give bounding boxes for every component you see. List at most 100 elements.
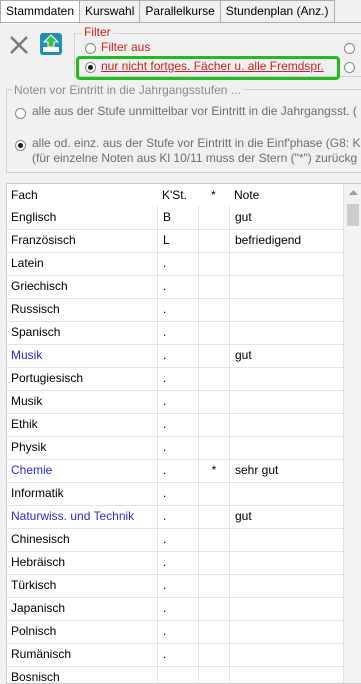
header-star[interactable]: * [198,184,229,206]
kst-cell[interactable]: . [157,413,198,436]
star-cell[interactable] [198,597,229,620]
table-row[interactable]: Musik. [7,390,343,414]
filter-off-label[interactable]: Filter aus [101,40,150,54]
upload-icon[interactable] [39,32,63,56]
table-row[interactable]: Naturwiss. und Technik. gut [7,505,343,529]
vertical-scrollbar[interactable] [343,184,361,683]
table-row[interactable]: Hebräisch. [7,551,343,575]
note-cell[interactable] [229,321,343,344]
kst-cell[interactable]: . [157,620,198,643]
table-row[interactable]: Englisch Bgut [7,206,343,230]
note-cell[interactable] [229,482,343,505]
kst-cell[interactable]: . [157,528,198,551]
tab-stammdaten[interactable]: Stammdaten [0,0,81,24]
note-cell[interactable]: sehr gut [229,459,343,482]
table-row[interactable]: Französisch Lbefriedigend [7,229,343,253]
star-cell[interactable] [198,643,229,666]
note-cell[interactable]: gut [229,505,343,528]
note-cell[interactable] [229,620,343,643]
kst-cell[interactable]: . [157,436,198,459]
filter-off-radio[interactable] [85,43,96,54]
kst-cell[interactable] [157,666,198,683]
table-row[interactable]: Japanisch. [7,597,343,621]
star-cell[interactable] [198,252,229,275]
kst-cell[interactable]: . [157,574,198,597]
star-cell[interactable] [198,321,229,344]
kst-cell[interactable]: . [157,298,198,321]
star-cell[interactable] [198,206,229,229]
kst-cell[interactable]: . [157,643,198,666]
noten-option1-radio[interactable] [15,108,26,119]
table-row[interactable]: Griechisch. [7,275,343,299]
kst-cell[interactable]: . [157,252,198,275]
table-row[interactable]: Spanisch. [7,321,343,345]
table-row[interactable]: Polnisch. [7,620,343,644]
kst-cell[interactable]: . [157,551,198,574]
note-cell[interactable] [229,551,343,574]
table-row[interactable]: Physik. [7,436,343,460]
tab-parallelkurse[interactable]: Parallelkurse [139,0,221,22]
note-cell[interactable] [229,528,343,551]
kst-cell[interactable]: . [157,367,198,390]
note-cell[interactable] [229,413,343,436]
kst-cell[interactable]: . [157,482,198,505]
header-note[interactable]: Note [229,184,343,206]
note-cell[interactable] [229,436,343,459]
noten-option1-label[interactable]: alle aus der Stufe unmittelbar vor Eintr… [32,104,357,118]
star-cell[interactable] [198,620,229,643]
noten-option2-radio[interactable] [15,140,26,151]
star-cell[interactable] [198,367,229,390]
kst-cell[interactable]: . [157,459,198,482]
scroll-up-icon[interactable] [344,184,361,202]
close-icon[interactable] [8,34,30,56]
kst-cell[interactable]: B [157,206,198,229]
star-cell[interactable] [198,505,229,528]
note-cell[interactable] [229,298,343,321]
star-cell[interactable] [198,482,229,505]
filter-radio-right-1[interactable] [344,43,355,54]
table-row[interactable]: Rumänisch. [7,643,343,667]
star-cell[interactable] [198,551,229,574]
kst-cell[interactable]: . [157,344,198,367]
note-cell[interactable] [229,390,343,413]
table-row[interactable]: Musik. gut [7,344,343,368]
note-cell[interactable] [229,643,343,666]
note-cell[interactable] [229,666,343,683]
kst-cell[interactable]: . [157,390,198,413]
tab-kurswahl[interactable]: Kurswahl [79,0,141,22]
table-row[interactable]: Ethik. [7,413,343,437]
star-cell[interactable]: * [198,459,229,482]
table-row[interactable]: Chinesisch. [7,528,343,552]
note-cell[interactable] [229,275,343,298]
star-cell[interactable] [198,229,229,252]
note-cell[interactable] [229,367,343,390]
star-cell[interactable] [198,275,229,298]
note-cell[interactable]: gut [229,206,343,229]
star-cell[interactable] [198,436,229,459]
table-row[interactable]: Bosnisch [7,666,343,683]
filter-radio-right-2[interactable] [344,62,355,73]
table-row[interactable]: Informatik. [7,482,343,506]
scrollbar-thumb[interactable] [347,204,359,226]
kst-cell[interactable]: . [157,505,198,528]
kst-cell[interactable]: . [157,321,198,344]
star-cell[interactable] [198,390,229,413]
note-cell[interactable] [229,597,343,620]
table-row[interactable]: Chemie. * sehr gut [7,459,343,483]
star-cell[interactable] [198,574,229,597]
header-kst[interactable]: K'St. [157,184,198,206]
kst-cell[interactable]: . [157,597,198,620]
note-cell[interactable] [229,574,343,597]
tab-stundenplan[interactable]: Stundenplan (Anz.) [219,0,335,22]
kst-cell[interactable]: L [157,229,198,252]
table-row[interactable]: Latein. [7,252,343,276]
kst-cell[interactable]: . [157,275,198,298]
note-cell[interactable] [229,252,343,275]
star-cell[interactable] [198,666,229,683]
star-cell[interactable] [198,344,229,367]
note-cell[interactable]: gut [229,344,343,367]
header-fach[interactable]: Fach [11,184,157,206]
table-row[interactable]: Portugiesisch. [7,367,343,391]
star-cell[interactable] [198,298,229,321]
table-row[interactable]: Russisch. [7,298,343,322]
